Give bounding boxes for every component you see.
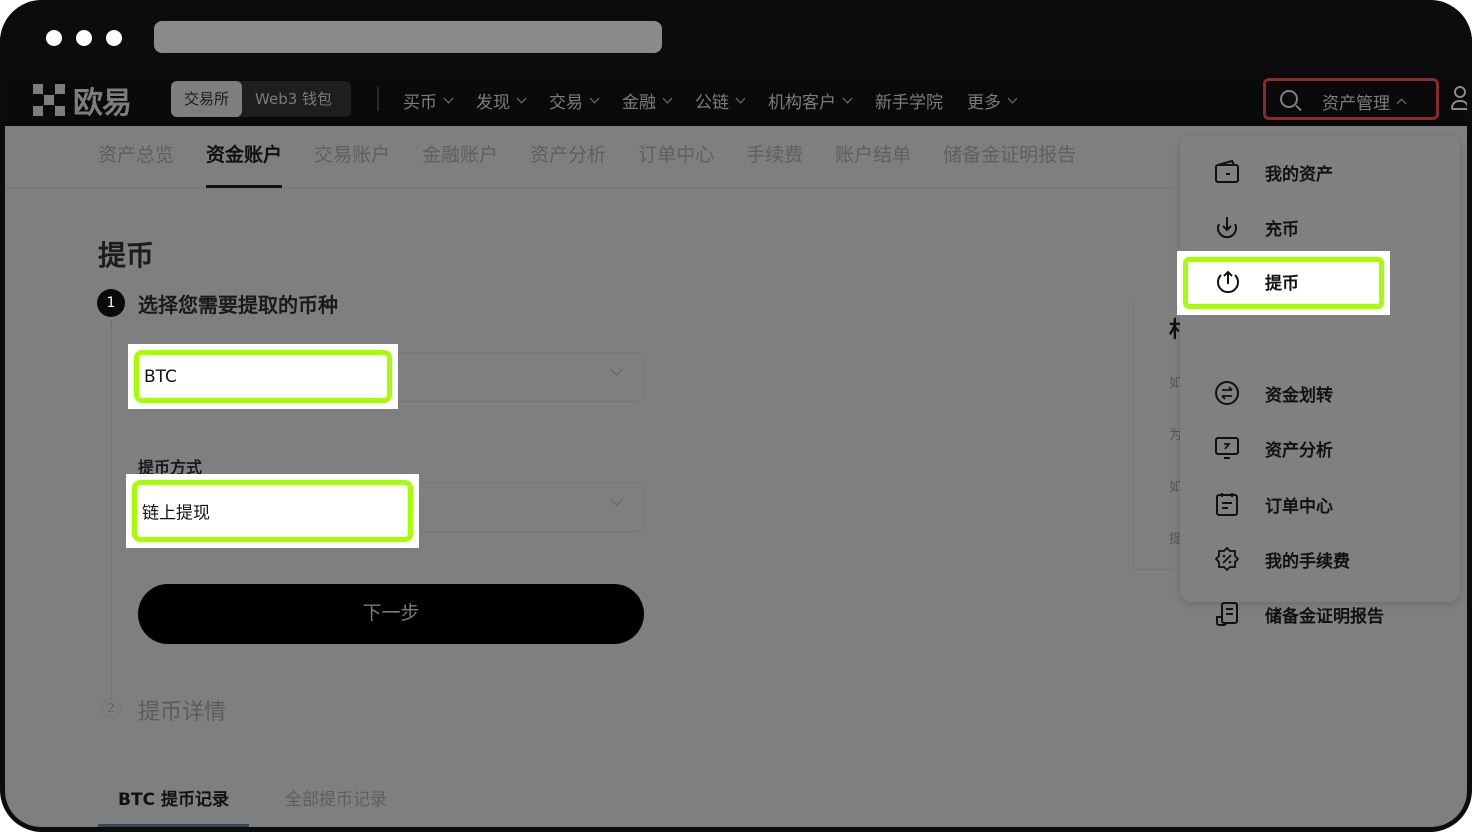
- nav-learn[interactable]: 新手学院: [875, 88, 943, 113]
- subtab-order-center[interactable]: 订单中心: [638, 126, 714, 188]
- okx-logo-icon: [33, 84, 65, 116]
- coin-select-value: BTC: [144, 366, 177, 387]
- asset-management-text: 资产管理: [1322, 94, 1390, 114]
- dropdown-item-asset-analysis[interactable]: 资产分析: [1180, 428, 1460, 468]
- step-2-badge: 2: [101, 698, 121, 718]
- chevron-down-icon: [1007, 93, 1018, 103]
- nav-label: 交易: [549, 92, 583, 113]
- dropdown-item-label: 订单中心: [1265, 496, 1333, 517]
- segment-web3-wallet[interactable]: Web3 钱包: [242, 81, 345, 117]
- dropdown-item-my-assets[interactable]: 我的资产: [1180, 152, 1460, 192]
- tab-btc-withdraw-records[interactable]: BTC 提币记录: [98, 774, 249, 827]
- dropdown-item-label: 资产分析: [1265, 440, 1333, 461]
- window-maximize-dot[interactable]: [106, 30, 122, 46]
- window-minimize-dot[interactable]: [76, 30, 92, 46]
- nav-label: 发现: [476, 92, 510, 113]
- analysis-icon: [1214, 435, 1240, 461]
- withdraw-method-value: 链上提现: [142, 503, 210, 524]
- nav-discover[interactable]: 发现: [476, 88, 527, 113]
- chevron-down-icon: [662, 93, 673, 103]
- dropdown-item-label: 资金划转: [1265, 385, 1333, 406]
- chevron-down-icon: [589, 93, 600, 103]
- transfer-icon: [1214, 380, 1240, 406]
- deposit-icon: [1214, 214, 1240, 240]
- dropdown-item-withdraw[interactable]: 提币: [1177, 251, 1390, 315]
- subtab-fees[interactable]: 手续费: [746, 126, 803, 188]
- withdraw-method-highlight[interactable]: 链上提现: [126, 474, 419, 548]
- withdraw-record-tabs: BTC 提币记录 全部提币记录: [98, 774, 407, 827]
- platform-switch: 交易所 Web3 钱包: [171, 81, 351, 117]
- chevron-up-icon: [1396, 98, 1407, 109]
- subtab-overview[interactable]: 资产总览: [98, 126, 174, 188]
- search-icon[interactable]: [1280, 90, 1298, 108]
- chevron-down-icon: [610, 363, 623, 376]
- asset-management-menu[interactable]: 资产管理: [1263, 78, 1439, 120]
- nav-label: 机构客户: [768, 92, 836, 113]
- withdraw-icon: [1215, 269, 1241, 295]
- nav-chain[interactable]: 公链: [695, 88, 746, 113]
- nav-buy-crypto[interactable]: 买币: [403, 88, 454, 113]
- browser-chrome: [0, 0, 1472, 74]
- asset-management-label: 资产管理: [1322, 89, 1407, 114]
- dropdown-item-label: 提币: [1265, 274, 1299, 294]
- page-viewport: 欧易 交易所 Web3 钱包 买币 发现 交易 金融 公链 机构客户 新手学院 …: [5, 74, 1467, 827]
- nav-label: 公链: [695, 92, 729, 113]
- step-1-title: 选择您需要提取的币种: [138, 293, 338, 317]
- order-icon: [1214, 491, 1240, 517]
- logo-text: 欧易: [73, 86, 132, 121]
- coin-select-highlight[interactable]: BTC: [128, 344, 398, 409]
- top-nav: 欧易 交易所 Web3 钱包 买币 发现 交易 金融 公链 机构客户 新手学院 …: [5, 74, 1467, 126]
- nav-divider: [377, 87, 379, 111]
- dropdown-item-label: 充币: [1265, 219, 1299, 240]
- dropdown-item-label: 储备金证明报告: [1265, 606, 1384, 627]
- chevron-down-icon: [610, 493, 623, 506]
- nav-institutional[interactable]: 机构客户: [768, 88, 853, 113]
- step-2-title: 提币详情: [138, 700, 227, 725]
- chevron-down-icon: [443, 93, 454, 103]
- chevron-down-icon: [842, 93, 853, 103]
- page-title: 提币: [98, 239, 155, 272]
- address-bar[interactable]: [154, 21, 662, 53]
- nav-label: 更多: [967, 92, 1001, 113]
- wallet-icon: [1214, 159, 1240, 185]
- dropdown-item-transfer[interactable]: 资金划转: [1180, 373, 1460, 413]
- next-step-button[interactable]: 下一步: [138, 584, 644, 644]
- chevron-down-icon: [735, 93, 746, 103]
- nav-finance[interactable]: 金融: [622, 88, 673, 113]
- nav-label: 新手学院: [875, 92, 943, 113]
- subtab-funding-account[interactable]: 资金账户: [206, 126, 283, 188]
- account-subtabs: 资产总览 资金账户 交易账户 金融账户 资产分析 订单中心 手续费 账户结单 储…: [98, 126, 1108, 188]
- dropdown-item-my-fees[interactable]: 我的手续费: [1180, 539, 1460, 579]
- browser-window: 欧易 交易所 Web3 钱包 买币 发现 交易 金融 公链 机构客户 新手学院 …: [0, 0, 1472, 832]
- report-icon: [1214, 601, 1240, 627]
- dropdown-item-label: 我的手续费: [1265, 551, 1350, 572]
- step-1-badge: 1: [97, 289, 125, 317]
- subtab-asset-analysis[interactable]: 资产分析: [530, 126, 606, 188]
- dropdown-item-proof-of-reserves[interactable]: 储备金证明报告: [1180, 594, 1460, 634]
- subtab-trading-account[interactable]: 交易账户: [314, 126, 390, 188]
- asset-management-dropdown: 我的资产 充币 资金划转 资产分析 订单中心 我的手续费 储备金证明报告: [1180, 136, 1460, 627]
- tab-all-withdraw-records[interactable]: 全部提币记录: [265, 774, 407, 827]
- nav-label: 金融: [622, 92, 656, 113]
- subtab-finance-account[interactable]: 金融账户: [422, 126, 498, 188]
- nav-label: 买币: [403, 92, 437, 113]
- chevron-down-icon: [516, 93, 527, 103]
- nav-more[interactable]: 更多: [967, 88, 1018, 113]
- window-close-dot[interactable]: [46, 30, 62, 46]
- user-icon[interactable]: [1451, 86, 1467, 112]
- fee-icon: [1214, 546, 1240, 572]
- dropdown-item-label: 我的资产: [1265, 164, 1333, 185]
- dropdown-item-deposit[interactable]: 充币: [1180, 207, 1460, 247]
- step-connector-line: [111, 320, 112, 700]
- nav-trade[interactable]: 交易: [549, 88, 600, 113]
- segment-exchange[interactable]: 交易所: [171, 81, 243, 117]
- subtab-statements[interactable]: 账户结单: [835, 126, 911, 188]
- nav-links: 买币 发现 交易 金融 公链 机构客户 新手学院 更多: [403, 74, 1040, 126]
- subtab-proof-of-reserves[interactable]: 储备金证明报告: [943, 126, 1076, 188]
- dropdown-item-order-center[interactable]: 订单中心: [1180, 484, 1460, 524]
- logo[interactable]: 欧易: [33, 82, 132, 121]
